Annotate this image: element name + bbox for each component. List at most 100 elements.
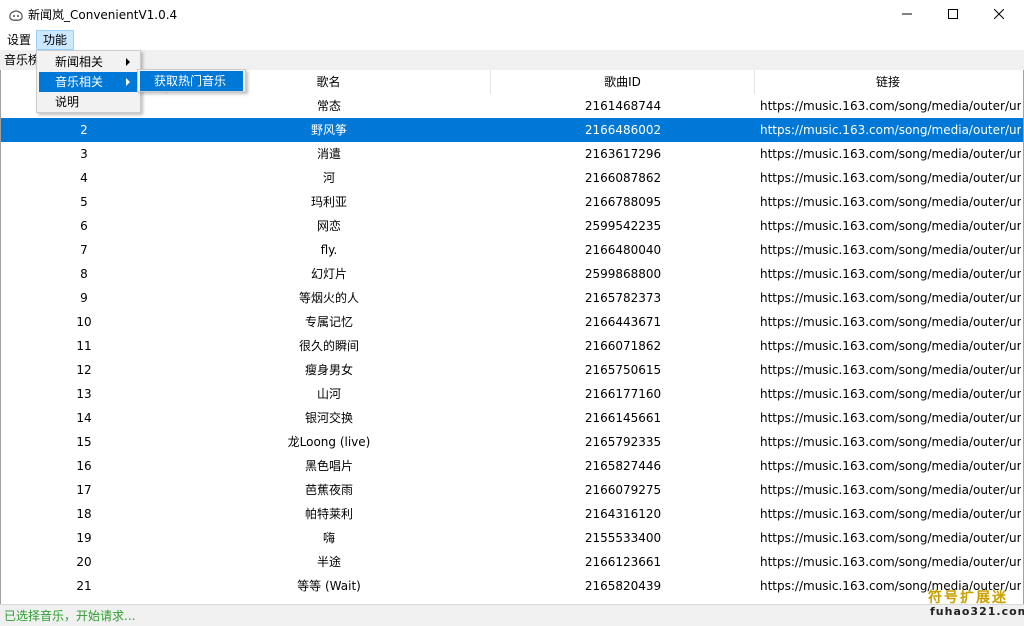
cell-song-id: 2155533400 [584, 531, 662, 545]
cell-song-id: 2165782373 [584, 291, 662, 305]
cell-link: https://music.163.com/song/media/outer/u… [760, 315, 1021, 329]
cell-index: 6 [80, 219, 88, 233]
cell-index: 15 [76, 435, 92, 449]
cell-index: 11 [76, 339, 92, 353]
table-row[interactable]: 8 幻灯片 2599868800 https://music.163.com/song… [1, 262, 1023, 286]
cell-link: https://music.163.com/song/media/outer/u… [760, 99, 1021, 113]
cell-song-id: 2163617296 [584, 147, 662, 161]
table-row[interactable]: 7 fly. 2166480040 https://music.163.com/son… [1, 238, 1023, 262]
menu-bar: 设置 功能 [0, 30, 1024, 50]
menu-functions[interactable]: 功能 [36, 30, 75, 50]
window-title: 新闻岚_ConvenientV1.0.4 [28, 8, 178, 22]
maximize-button[interactable] [930, 0, 976, 30]
cell-index: 2 [80, 123, 88, 137]
cell-link: https://music.163.com/song/media/outer/u… [760, 243, 1021, 257]
cell-index: 12 [76, 363, 92, 377]
table-row[interactable]: 19 嗨 2155533400 https://music.163.com/song/… [1, 526, 1023, 550]
cell-link: https://music.163.com/song/media/outer/u… [760, 267, 1021, 281]
close-icon [993, 8, 1005, 22]
cell-link: https://music.163.com/song/media/outer/u… [760, 171, 1021, 185]
cell-index: 16 [76, 459, 92, 473]
cell-link: https://music.163.com/song/media/outer/u… [760, 459, 1021, 473]
cell-song-name: 芭蕉夜雨 [304, 483, 353, 497]
cell-link: https://music.163.com/song/media/outer/u… [760, 483, 1021, 497]
table-row[interactable]: 21 等等 (Wait) 2165820439 https://music.163.c… [1, 574, 1023, 598]
cell-link: https://music.163.com/song/media/outer/u… [760, 363, 1021, 377]
cell-song-id: 2166177160 [584, 387, 662, 401]
cell-index: 17 [76, 483, 92, 497]
table-row[interactable]: 13 山河 2166177160 https://music.163.com/song… [1, 382, 1023, 406]
table-row[interactable]: 15 龙Loong (live) 2165792335 https://music.1… [1, 430, 1023, 454]
table-row[interactable]: 18 帕特莱利 2164316120 https://music.163.com/so… [1, 502, 1023, 526]
table-row[interactable]: 常态 2161468744 https://music.163.com/song/m… [1, 94, 1023, 118]
submenu-item-get-hot-music[interactable]: 获取热门音乐 [140, 71, 243, 91]
cell-index: 10 [76, 315, 92, 329]
cell-song-id: 2166071862 [584, 339, 662, 353]
cell-song-name: 山河 [316, 387, 341, 401]
dropdown-item-music-label: 音乐相关 [55, 75, 104, 89]
status-bar: 已选择音乐，开始请求... [0, 604, 1024, 626]
menu-settings[interactable]: 设置 [1, 30, 37, 50]
table-row[interactable]: 11 很久的瞬间 2166071862 https://music.163.com/s… [1, 334, 1023, 358]
cell-song-id: 2165792335 [584, 435, 662, 449]
cell-song-name: 黑色唱片 [304, 459, 353, 473]
submenu-arrow-icon [126, 58, 130, 66]
column-header-song-id[interactable]: 歌曲ID [491, 70, 755, 94]
column-header-link[interactable]: 链接 [755, 70, 1021, 94]
cell-song-name: fly. [320, 243, 338, 257]
song-table[interactable]: 歌名 歌曲ID 链接 常态 2161468744 https://music.163… [0, 70, 1024, 604]
cell-song-id: 2161468744 [584, 99, 662, 113]
app-logo-icon [8, 8, 24, 22]
cell-song-name: 等烟火的人 [298, 291, 359, 305]
table-row[interactable]: 20 半途 2166123661 https://music.163.com/song… [1, 550, 1023, 574]
table-row[interactable]: 5 玛利亚 2166788095 https://music.163.com/song… [1, 190, 1023, 214]
table-row[interactable]: 16 黑色唱片 2165827446 https://music.163.com/so… [1, 454, 1023, 478]
tab-music-chart[interactable]: 音乐榜 [4, 52, 40, 68]
submenu-arrow-icon [126, 78, 130, 86]
status-text: 已选择音乐，开始请求... [4, 609, 136, 623]
dropdown-item-music[interactable]: 音乐相关 [39, 72, 138, 92]
cell-song-name: 很久的瞬间 [298, 339, 359, 353]
cell-link: https://music.163.com/song/media/outer/u… [760, 147, 1021, 161]
table-row[interactable]: 10 专属记忆 2166443671 https://music.163.com/so… [1, 310, 1023, 334]
cell-index: 5 [80, 195, 88, 209]
minimize-button[interactable] [884, 0, 930, 30]
cell-song-id: 2599542235 [584, 219, 662, 233]
cell-song-id: 2164316120 [584, 507, 662, 521]
dropdown-item-about[interactable]: 说明 [39, 92, 138, 112]
table-row[interactable]: 3 消遣 2163617296 https://music.163.com/song/… [1, 142, 1023, 166]
cell-link: https://music.163.com/song/media/outer/u… [760, 339, 1021, 353]
cell-link: https://music.163.com/song/media/outer/u… [760, 435, 1021, 449]
cell-song-id: 2166443671 [584, 315, 662, 329]
cell-link: https://music.163.com/song/media/outer/u… [760, 531, 1021, 545]
dropdown-item-about-label: 说明 [55, 95, 80, 109]
cell-song-id: 2166788095 [584, 195, 662, 209]
cell-index: 18 [76, 507, 92, 521]
table-row[interactable]: 9 等烟火的人 2165782373 https://music.163.com/so… [1, 286, 1023, 310]
cell-song-id: 2166079275 [584, 483, 662, 497]
dropdown-item-news-label: 新闻相关 [55, 55, 104, 69]
cell-song-name: 龙Loong (live) [287, 435, 371, 449]
close-button[interactable] [976, 0, 1022, 30]
cell-link: https://music.163.com/song/media/outer/u… [760, 219, 1021, 233]
table-row[interactable]: 2 野风筝 2166486002 https://music.163.com/song… [1, 118, 1023, 142]
cell-link: https://music.163.com/song/media/outer/u… [760, 507, 1021, 521]
cell-index: 7 [80, 243, 88, 257]
table-row[interactable]: 4 河 2166087862 https://music.163.com/song/m… [1, 166, 1023, 190]
cell-song-name: 专属记忆 [304, 315, 353, 329]
cell-song-name: 嗨 [322, 531, 335, 545]
table-row[interactable]: 12 瘦身男女 2165750615 https://music.163.com/so… [1, 358, 1023, 382]
watermark: 符号扩展迷 fuhao321.com [922, 585, 1024, 623]
cell-index: 20 [76, 555, 92, 569]
table-row[interactable]: 14 银河交换 2166145661 https://music.163.com/so… [1, 406, 1023, 430]
cell-song-id: 2166480040 [584, 243, 662, 257]
functions-dropdown: 新闻相关 音乐相关 说明 [36, 50, 141, 113]
cell-song-name: 等等 (Wait) [297, 579, 361, 593]
dropdown-item-news[interactable]: 新闻相关 [39, 52, 138, 72]
cell-index: 9 [80, 291, 88, 305]
table-row[interactable]: 6 网恋 2599542235 https://music.163.com/song/… [1, 214, 1023, 238]
cell-link: https://music.163.com/song/media/outer/u… [760, 411, 1021, 425]
table-row[interactable]: 17 芭蕉夜雨 2166079275 https://music.163.com/so… [1, 478, 1023, 502]
tab-strip: 音乐榜 [0, 50, 1024, 70]
cell-link: https://music.163.com/song/media/outer/u… [760, 387, 1021, 401]
